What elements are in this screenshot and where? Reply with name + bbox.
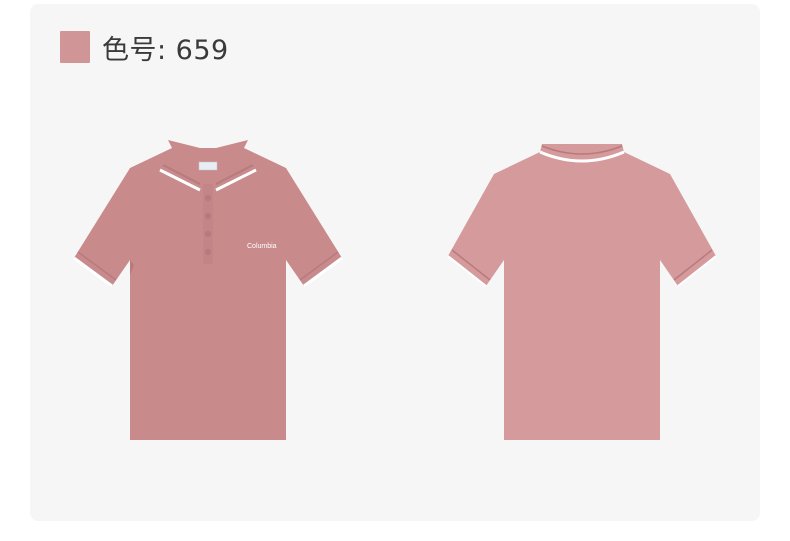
polo-back-image (448, 140, 718, 445)
color-code-label: 色号: 659 (102, 34, 229, 66)
polo-front-image: Columbia (72, 140, 344, 445)
color-swatch (60, 31, 90, 63)
brand-logo: Columbia (247, 243, 277, 250)
color-indicator: 色号: 659 (60, 30, 229, 66)
